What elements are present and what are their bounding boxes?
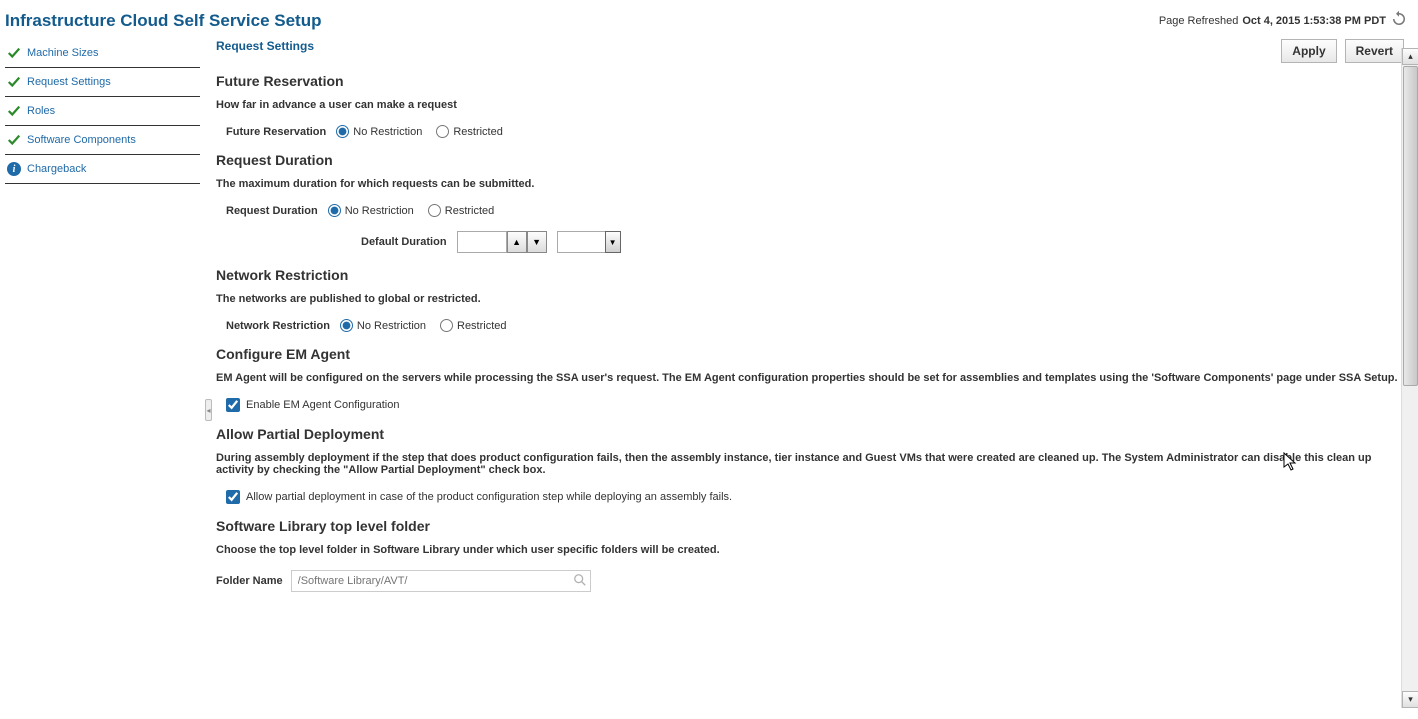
radio-label: Restricted xyxy=(445,205,495,217)
radio-input[interactable] xyxy=(336,125,349,138)
partial-deploy-desc: During assembly deployment if the step t… xyxy=(216,452,1404,476)
dropdown-button[interactable]: ▼ xyxy=(605,231,621,253)
radio-label: No Restriction xyxy=(345,205,414,217)
check-icon xyxy=(7,75,21,89)
sidebar-item-label: Request Settings xyxy=(27,76,111,88)
sidebar-item-roles[interactable]: Roles xyxy=(5,97,200,126)
folder-name-label: Folder Name xyxy=(216,575,283,587)
allow-partial-deploy-checkbox[interactable] xyxy=(226,490,240,504)
radio-input[interactable] xyxy=(436,125,449,138)
request-duration-heading: Request Duration xyxy=(216,152,1404,168)
radio-input[interactable] xyxy=(328,204,341,217)
em-agent-heading: Configure EM Agent xyxy=(216,346,1404,362)
sidebar-item-label: Roles xyxy=(27,105,55,117)
request-duration-desc: The maximum duration for which requests … xyxy=(216,178,1404,190)
check-icon xyxy=(7,46,21,60)
page-refresh-info: Page Refreshed Oct 4, 2015 1:53:38 PM PD… xyxy=(1159,10,1408,31)
network-restriction-no-restriction[interactable]: No Restriction xyxy=(340,319,426,332)
partial-deploy-heading: Allow Partial Deployment xyxy=(216,426,1404,442)
default-duration-unit-input[interactable] xyxy=(557,231,605,253)
sidebar-item-software-components[interactable]: Software Components xyxy=(5,126,200,155)
radio-label: Restricted xyxy=(453,126,503,138)
page-title: Infrastructure Cloud Self Service Setup xyxy=(5,11,321,31)
sidebar-item-machine-sizes[interactable]: Machine Sizes xyxy=(5,39,200,68)
default-duration-input[interactable] xyxy=(457,231,507,253)
request-duration-label: Request Duration xyxy=(226,205,318,217)
future-reservation-label: Future Reservation xyxy=(226,126,326,138)
enable-em-agent-checkbox[interactable] xyxy=(226,398,240,412)
radio-input[interactable] xyxy=(440,319,453,332)
scroll-down-button[interactable]: ▾ xyxy=(1402,691,1418,708)
allow-partial-deploy-label: Allow partial deployment in case of the … xyxy=(246,491,732,503)
spinner-down-button[interactable]: ▼ xyxy=(527,231,547,253)
vertical-scrollbar[interactable]: ▴ ▾ xyxy=(1401,48,1418,708)
enable-em-agent-label: Enable EM Agent Configuration xyxy=(246,399,400,411)
radio-label: No Restriction xyxy=(353,126,422,138)
refresh-time: Oct 4, 2015 1:53:38 PM PDT xyxy=(1242,15,1386,27)
radio-input[interactable] xyxy=(428,204,441,217)
sidebar-item-chargeback[interactable]: i Chargeback xyxy=(5,155,200,184)
sidebar-item-request-settings[interactable]: Request Settings xyxy=(5,68,200,97)
sidebar-item-label: Machine Sizes xyxy=(27,47,99,59)
scroll-up-button[interactable]: ▴ xyxy=(1402,48,1418,65)
refresh-label: Page Refreshed xyxy=(1159,15,1239,27)
request-duration-restricted[interactable]: Restricted xyxy=(428,204,495,217)
refresh-icon[interactable] xyxy=(1390,10,1408,31)
sidebar-item-label: Software Components xyxy=(27,134,136,146)
scroll-thumb[interactable] xyxy=(1403,66,1418,386)
check-icon xyxy=(7,133,21,147)
network-restriction-restricted[interactable]: Restricted xyxy=(440,319,507,332)
default-duration-label: Default Duration xyxy=(361,236,447,248)
radio-label: No Restriction xyxy=(357,320,426,332)
content-area: Request Settings Apply Revert Future Res… xyxy=(216,39,1404,592)
spinner-up-button[interactable]: ▲ xyxy=(507,231,527,253)
request-settings-title: Request Settings xyxy=(216,39,314,53)
apply-button[interactable]: Apply xyxy=(1281,39,1336,63)
request-duration-no-restriction[interactable]: No Restriction xyxy=(328,204,414,217)
em-agent-desc: EM Agent will be configured on the serve… xyxy=(216,372,1404,384)
info-icon: i xyxy=(7,162,21,176)
sidebar: Machine Sizes Request Settings Roles Sof… xyxy=(0,39,200,719)
revert-button[interactable]: Revert xyxy=(1345,39,1404,63)
future-reservation-desc: How far in advance a user can make a req… xyxy=(216,99,1404,111)
radio-input[interactable] xyxy=(340,319,353,332)
future-reservation-heading: Future Reservation xyxy=(216,73,1404,89)
check-icon xyxy=(7,104,21,118)
future-reservation-no-restriction[interactable]: No Restriction xyxy=(336,125,422,138)
toolbar: Apply Revert xyxy=(1281,39,1404,63)
future-reservation-restricted[interactable]: Restricted xyxy=(436,125,503,138)
network-restriction-heading: Network Restriction xyxy=(216,267,1404,283)
sw-library-desc: Choose the top level folder in Software … xyxy=(216,544,1404,556)
network-restriction-desc: The networks are published to global or … xyxy=(216,293,1404,305)
network-restriction-label: Network Restriction xyxy=(226,320,330,332)
sw-library-heading: Software Library top level folder xyxy=(216,518,1404,534)
search-icon[interactable] xyxy=(573,573,587,587)
radio-label: Restricted xyxy=(457,320,507,332)
folder-name-input[interactable] xyxy=(291,570,591,592)
sidebar-item-label: Chargeback xyxy=(27,163,86,175)
